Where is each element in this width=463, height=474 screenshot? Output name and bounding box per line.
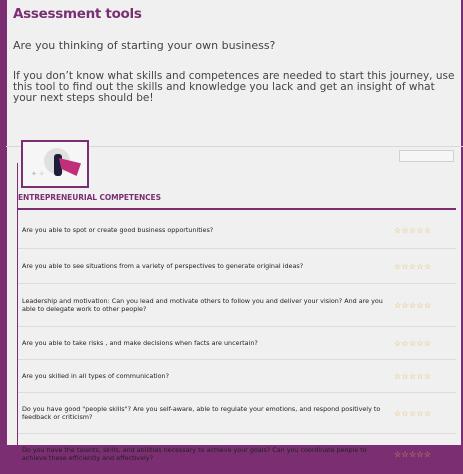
star-rating[interactable]: ☆☆☆☆☆ bbox=[394, 262, 431, 271]
competence-text: Do you have good "people skills"? Are yo… bbox=[22, 404, 381, 422]
competence-text: Are you able to take risks , and make de… bbox=[22, 338, 258, 347]
competence-row: Are you able to see situations from a va… bbox=[18, 249, 456, 284]
star-rating[interactable]: ☆☆☆☆☆ bbox=[394, 301, 431, 310]
competence-row: Are you skilled in all types of communic… bbox=[18, 360, 456, 393]
competence-row: Are you able to spot or create good busi… bbox=[18, 213, 456, 249]
intro-text: If you don’t know what skills and compet… bbox=[13, 70, 455, 104]
star-rating[interactable]: ☆☆☆☆☆ bbox=[394, 339, 431, 348]
question-text: Are you thinking of starting your own bu… bbox=[13, 39, 276, 52]
competence-text: Do you have the talents, skills, and abi… bbox=[22, 445, 367, 463]
start-button[interactable] bbox=[399, 150, 454, 162]
illustration-cape bbox=[59, 158, 81, 176]
competence-row: Are you able to take risks , and make de… bbox=[18, 327, 456, 360]
section-label: ENTREPRENEURIAL COMPETENCES bbox=[18, 193, 161, 202]
star-rating[interactable]: ☆☆☆☆☆ bbox=[394, 450, 431, 459]
illustration-sparkles: ✦ ✧ bbox=[31, 171, 45, 178]
competence-row: Do you have good "people skills"? Are yo… bbox=[18, 393, 456, 434]
page-title: Assessment tools bbox=[13, 6, 142, 22]
star-rating[interactable]: ☆☆☆☆☆ bbox=[394, 372, 431, 381]
section-rule bbox=[18, 208, 456, 210]
competence-row: Do you have the talents, skills, and abi… bbox=[18, 434, 456, 474]
star-rating[interactable]: ☆☆☆☆☆ bbox=[394, 226, 431, 235]
competence-text: Are you skilled in all types of communic… bbox=[22, 371, 169, 380]
competences-card: ✦ ✧ ENTREPRENEURIAL COMPETENCES Are you … bbox=[17, 140, 456, 462]
competence-text: Are you able to spot or create good busi… bbox=[22, 226, 214, 235]
competence-text: Are you able to see situations from a va… bbox=[22, 261, 304, 270]
competence-row: Leadership and motivation: Can you lead … bbox=[18, 284, 456, 327]
star-rating[interactable]: ☆☆☆☆☆ bbox=[394, 409, 431, 418]
entrepreneur-illustration-icon: ✦ ✧ bbox=[21, 140, 89, 188]
competence-text: Leadership and motivation: Can you lead … bbox=[22, 296, 383, 314]
